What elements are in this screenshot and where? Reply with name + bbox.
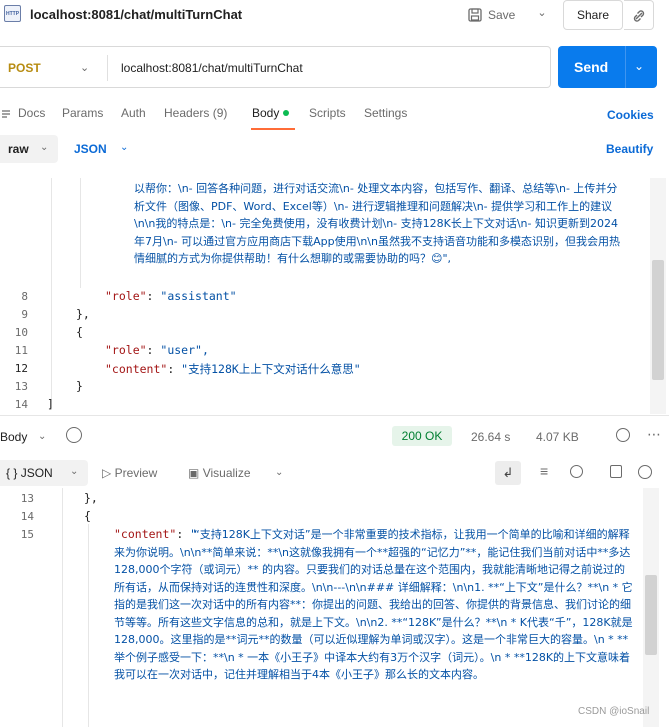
request-tabs: Docs Params Auth Headers (9) Body Script…: [0, 104, 669, 130]
indent-guide: [62, 488, 63, 727]
line-number: 13: [14, 380, 28, 393]
line-number: 12: [14, 362, 28, 375]
tab-headers[interactable]: Headers (9): [164, 106, 227, 120]
search-icon[interactable]: [570, 465, 583, 478]
body-active-dot: [283, 110, 290, 116]
save-options-chevron-down-icon[interactable]: ⌄: [534, 6, 550, 24]
code-line: "role": "assistant": [105, 289, 237, 303]
json-key: "role": [105, 289, 147, 303]
status-badge[interactable]: 200 OK: [392, 426, 452, 446]
line-number: 11: [14, 344, 28, 357]
code-line: "content": "支持128K上上下文对话什么意思": [105, 362, 361, 376]
request-body-editor[interactable]: 以帮你：\n- 回答各种问题，进行对话交流\n- 处理文本内容，包括写作、翻译、…: [0, 178, 669, 416]
pane-divider[interactable]: [0, 415, 669, 416]
line-number: 8: [21, 290, 28, 303]
docs-icon: [2, 110, 10, 118]
visualize-label: Visualize: [202, 466, 251, 480]
tab-body-label: Body: [252, 106, 280, 120]
more-options-icon[interactable]: ⋯: [647, 426, 661, 443]
line-number: 9: [21, 308, 28, 321]
response-format-label: { } JSON: [6, 466, 53, 480]
response-size[interactable]: 4.07 KB: [536, 430, 579, 444]
json-value: "支持128K上上下文对话什么意思": [181, 362, 361, 376]
filter-icon[interactable]: ≡: [540, 463, 548, 479]
code-line: }: [76, 379, 83, 393]
line-number: 13: [20, 492, 34, 505]
json-key: "role": [105, 343, 147, 357]
copy-icon[interactable]: [610, 465, 622, 478]
json-value: "user",: [160, 343, 209, 357]
tab-params[interactable]: Params: [62, 106, 103, 120]
method-select[interactable]: POST: [8, 61, 41, 75]
json-value: "assistant": [160, 289, 237, 303]
code-line: },: [76, 307, 90, 321]
globe-icon[interactable]: [616, 428, 630, 442]
response-scroll-thumb[interactable]: [645, 575, 657, 655]
clear-icon[interactable]: [638, 465, 652, 479]
response-body-label[interactable]: Body: [0, 430, 27, 444]
response-format-text: JSON: [20, 466, 53, 480]
beautify-button[interactable]: Beautify: [606, 142, 653, 156]
visualize-tab[interactable]: ▣ Visualize: [188, 466, 251, 480]
send-divider: [625, 46, 626, 88]
method-chevron-down-icon[interactable]: ⌄: [80, 61, 89, 74]
indent-guide: [51, 178, 52, 408]
postman-window: HTTP localhost:8081/chat/multiTurnChat S…: [0, 0, 669, 727]
save-icon: [468, 8, 482, 22]
body-format-select[interactable]: JSON: [74, 142, 107, 156]
request-body-scroll-thumb[interactable]: [652, 260, 664, 380]
tab-body[interactable]: Body: [252, 106, 290, 120]
cookies-link[interactable]: Cookies: [607, 108, 654, 122]
tab-settings[interactable]: Settings: [364, 106, 407, 120]
save-label: Save: [488, 8, 516, 22]
copy-link-button[interactable]: [624, 0, 654, 30]
preview-label: Preview: [114, 466, 158, 480]
braces-icon: { }: [6, 466, 18, 480]
title-bar: HTTP localhost:8081/chat/multiTurnChat S…: [0, 0, 669, 32]
watermark-text: CSDN @ioSnail: [578, 706, 650, 717]
indent-guide: [80, 178, 81, 288]
code-line: },: [84, 491, 98, 505]
preview-tab[interactable]: ▷ Preview: [102, 466, 157, 480]
code-line: {: [84, 509, 91, 523]
url-divider: [107, 55, 108, 81]
share-button[interactable]: Share: [563, 0, 623, 30]
response-body-chevron-down-icon[interactable]: ⌄: [38, 431, 46, 442]
body-mode-chevron-down-icon[interactable]: ⌄: [40, 142, 48, 153]
tab-auth[interactable]: Auth: [121, 106, 146, 120]
line-number: 14: [20, 510, 34, 523]
response-body-viewer[interactable]: 13 }, 14 { 15 "content": " “支持128K上下文对话”…: [0, 488, 669, 727]
code-line: {: [76, 325, 83, 339]
response-content-text: “支持128K上下文对话”是一个非常重要的技术指标，让我用一个简单的比喻和详细的…: [114, 528, 633, 681]
line-number: 10: [14, 326, 28, 339]
assistant-content-text: 以帮你：\n- 回答各种问题，进行对话交流\n- 处理文本内容，包括写作、翻译、…: [134, 182, 620, 265]
response-time[interactable]: 26.64 s: [471, 430, 510, 444]
save-button[interactable]: Save: [468, 2, 528, 28]
code-line: "role": "user",: [105, 343, 209, 357]
tab-scripts[interactable]: Scripts: [309, 106, 346, 120]
body-format-chevron-down-icon[interactable]: ⌄: [120, 142, 128, 153]
line-number: 14: [14, 398, 28, 411]
active-tab-underline: [251, 128, 295, 130]
play-icon: ▷: [102, 466, 112, 480]
code-line: ]: [47, 397, 54, 411]
indent-guide: [88, 524, 89, 727]
url-bar: POST ⌄ localhost:8081/chat/multiTurnChat: [0, 46, 551, 88]
line-number: 15: [20, 528, 34, 541]
request-title[interactable]: localhost:8081/chat/multiTurnChat: [30, 7, 242, 22]
history-icon[interactable]: [66, 427, 82, 443]
response-format-chevron-down-icon[interactable]: ⌄: [70, 466, 78, 477]
json-key: "content": [105, 362, 168, 376]
send-label: Send: [574, 59, 609, 75]
body-mode-label: raw: [8, 142, 29, 156]
link-icon: [633, 10, 645, 22]
tab-docs[interactable]: Docs: [18, 106, 45, 120]
wrap-lines-icon[interactable]: ↲: [495, 461, 521, 485]
send-options-chevron-down-icon[interactable]: ⌄: [634, 59, 644, 73]
url-input[interactable]: localhost:8081/chat/multiTurnChat: [121, 61, 303, 75]
http-request-icon: HTTP: [4, 5, 21, 22]
visualize-chevron-down-icon[interactable]: ⌄: [275, 467, 283, 478]
visualize-icon: ▣: [188, 466, 200, 480]
send-button[interactable]: Send ⌄: [558, 46, 657, 88]
